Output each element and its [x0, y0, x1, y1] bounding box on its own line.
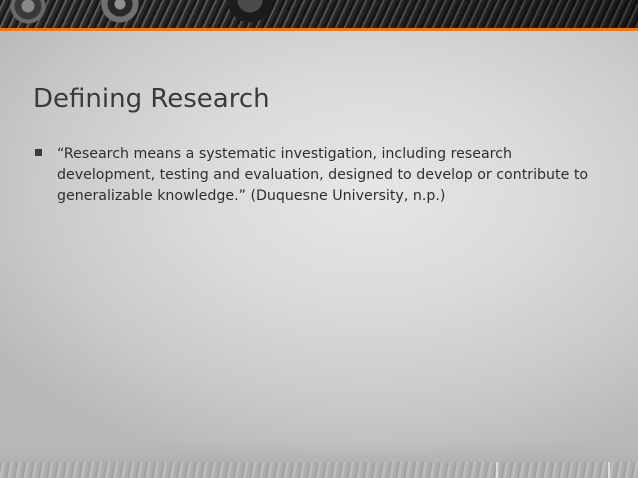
footer-decorative-band [0, 462, 638, 478]
bullet-item: “Research means a systematic investigati… [33, 144, 608, 207]
square-bullet-icon [35, 149, 42, 156]
footer-divider [608, 462, 610, 478]
slide-title: Defining Research [33, 84, 270, 114]
footer-divider [496, 462, 498, 478]
footer-shadow [0, 440, 638, 462]
slide-body: “Research means a systematic investigati… [33, 144, 608, 207]
bullet-text: “Research means a systematic investigati… [57, 146, 589, 204]
header-image-shade [0, 0, 638, 28]
header-decorative-image [0, 0, 638, 28]
accent-divider [0, 28, 638, 31]
slide: Defining Research “Research means a syst… [0, 0, 638, 478]
